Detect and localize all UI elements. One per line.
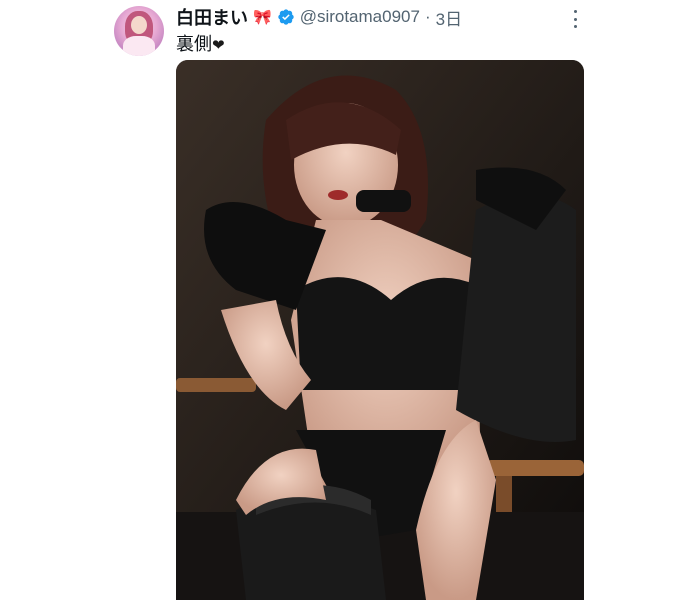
- verified-badge-icon: [278, 9, 294, 25]
- more-vertical-icon[interactable]: [568, 10, 582, 28]
- separator-dot: ·: [424, 7, 431, 26]
- heart-emoji: ❤: [212, 37, 225, 54]
- tweet-text-body: 裏側: [176, 34, 212, 54]
- avatar-dress: [123, 36, 155, 56]
- photo-illustration: [176, 60, 584, 600]
- tweet-header: 白田まい 🎀 @sirotama0907 · 3日: [176, 5, 462, 29]
- tweet-text: 裏側❤: [176, 30, 225, 56]
- timestamp[interactable]: 3日: [436, 5, 462, 30]
- bow-emoji: 🎀: [253, 9, 272, 26]
- tweet[interactable]: 白田まい 🎀 @sirotama0907 · 3日 裏側❤: [0, 0, 700, 600]
- avatar[interactable]: [114, 6, 164, 56]
- tweet-photo[interactable]: [176, 60, 584, 600]
- author-name[interactable]: 白田まい: [176, 4, 248, 30]
- author-handle[interactable]: @sirotama0907: [300, 7, 420, 27]
- avatar-face: [131, 16, 147, 34]
